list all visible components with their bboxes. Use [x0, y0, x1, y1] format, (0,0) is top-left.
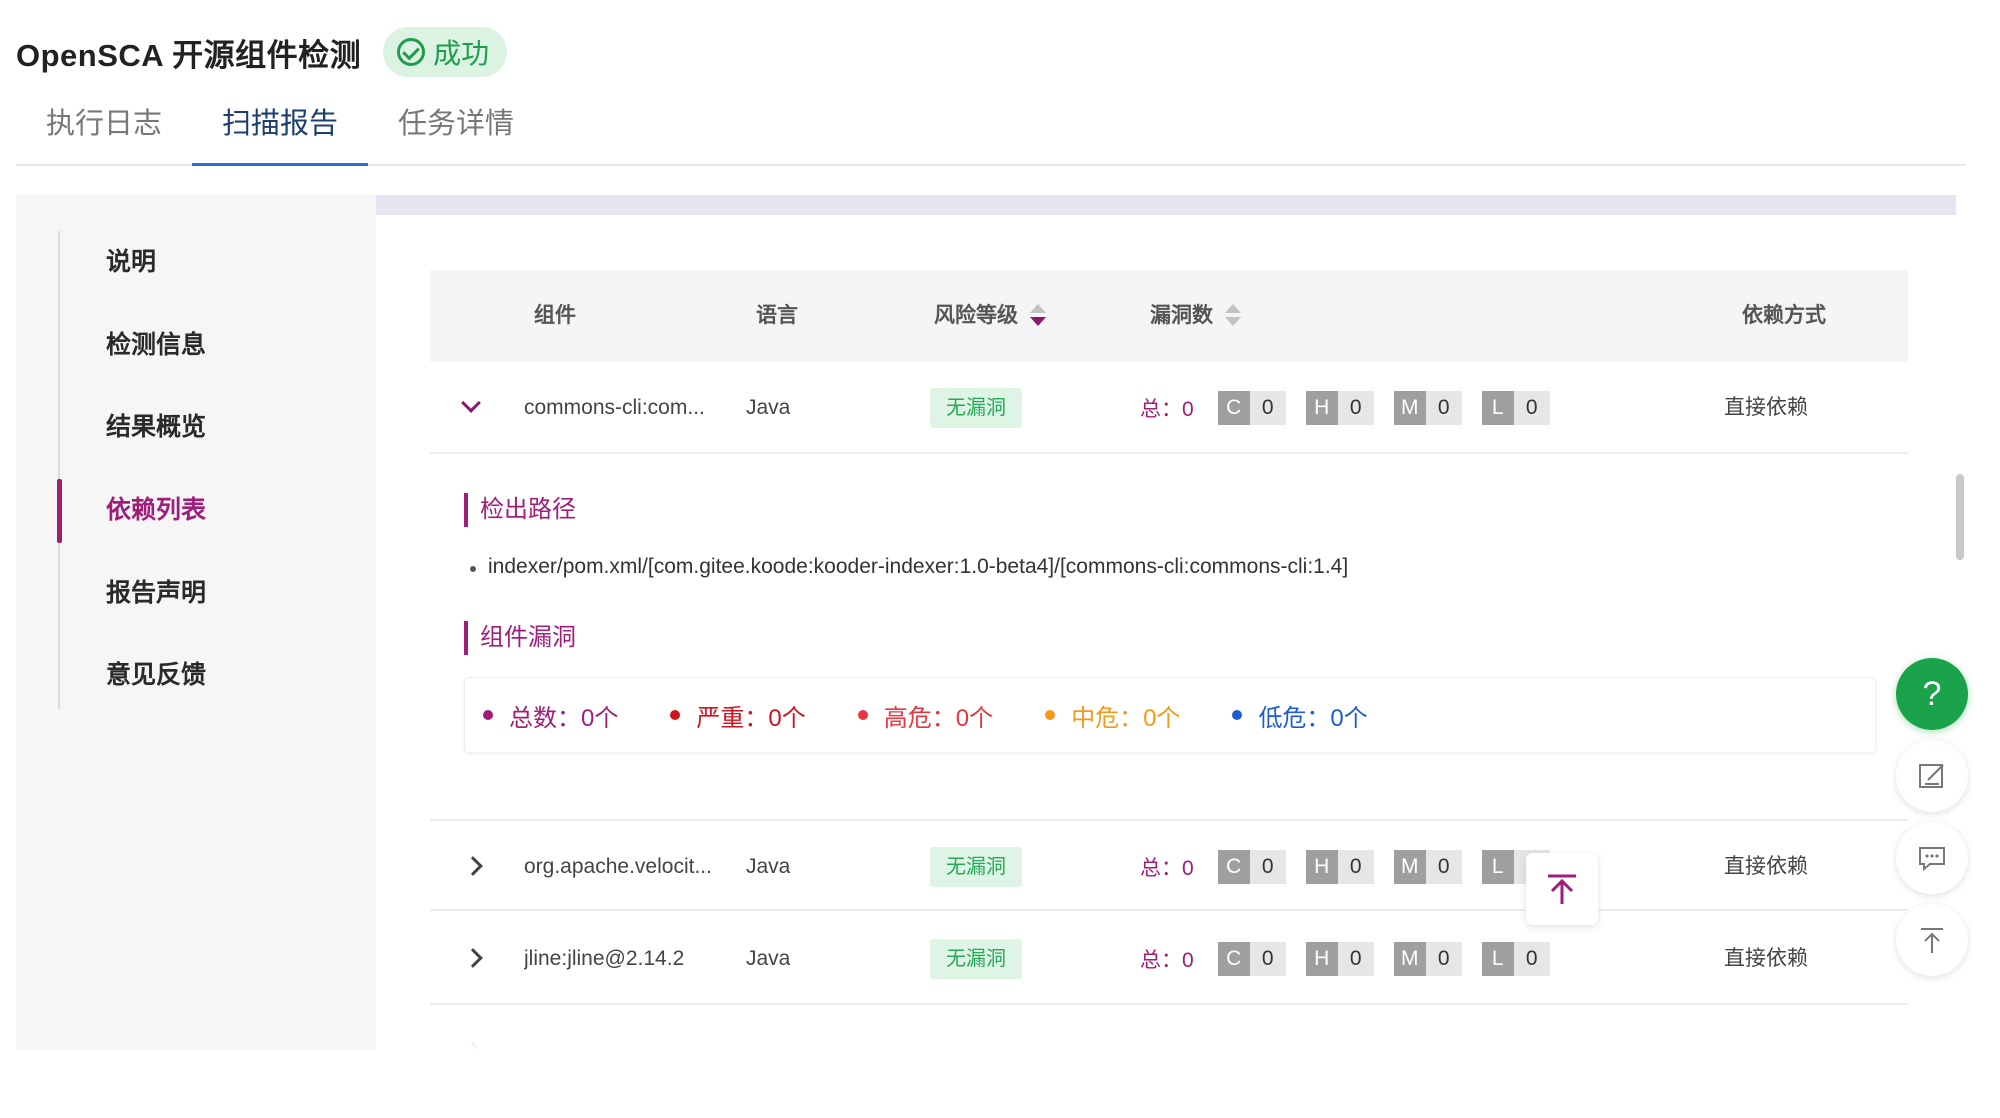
chevron-down-icon[interactable] [461, 393, 481, 413]
sidebar-item-feedback[interactable]: 意见反馈 [106, 645, 346, 705]
page-title: OpenSCA 开源组件检测 [16, 37, 362, 73]
cell-component: commons-cli:com... [524, 396, 705, 419]
cell-language: Java [746, 947, 791, 970]
stat-critical: 严重：0个 [670, 698, 806, 733]
vuln-medium: M0 [1393, 391, 1462, 425]
vuln-low: L0 [1481, 942, 1550, 976]
risk-badge: 无漏洞 [930, 847, 1022, 887]
vuln-high: H0 [1305, 942, 1374, 976]
stat-medium: 中危：0个 [1045, 698, 1180, 733]
feedback-button[interactable] [1896, 822, 1968, 894]
detection-path-title: 检出路径 [464, 493, 576, 527]
stat-high: 高危：0个 [857, 698, 993, 733]
row-detail-panel: 检出路径 indexer/pom.xml/[com.gitee.koode:ko… [430, 455, 1908, 817]
cell-component: jline:jline@2.14.2 [524, 947, 685, 970]
sidebar-item-dependency-list[interactable]: 依赖列表 [106, 480, 346, 540]
tab-bar: 执行日志 扫描报告 任务详情 [16, 98, 1966, 166]
vuln-total: 总：0 [1140, 949, 1194, 972]
component-vuln-title: 组件漏洞 [464, 621, 576, 655]
sidebar: 说明 检测信息 结果概览 依赖列表 报告声明 意见反馈 [16, 195, 376, 1050]
tab-execution-log[interactable]: 执行日志 [16, 98, 192, 164]
sidebar-item-report-statement[interactable]: 报告声明 [106, 563, 346, 623]
header-risk-label: 风险等级 [934, 304, 1018, 327]
vuln-critical: C0 [1217, 391, 1286, 425]
edit-button[interactable] [1896, 740, 1968, 812]
cell-language: Java [746, 855, 791, 878]
question-icon: ? [1922, 674, 1942, 713]
chevron-right-icon[interactable] [463, 948, 483, 968]
detection-path-item: indexer/pom.xml/[com.gitee.koode:kooder-… [469, 555, 1349, 578]
chevron-right-icon[interactable] [463, 856, 483, 876]
help-button[interactable]: ? [1896, 658, 1968, 730]
sort-icon[interactable] [1225, 304, 1241, 328]
check-circle-icon [397, 38, 426, 66]
table-row[interactable]: jline:jline@2.14.2 Java 无漏洞 总：0 C0 H0 M0… [430, 913, 1908, 1005]
vuln-medium: M0 [1393, 850, 1462, 884]
header-risk[interactable]: 风险等级 [934, 270, 1046, 362]
scroll-fade [376, 1025, 1966, 1050]
vuln-counts: 总：0 C0 H0 M0 L0 [1140, 388, 1570, 428]
tab-scan-report[interactable]: 扫描报告 [192, 98, 369, 166]
vuln-counts: 总：0 C0 H0 M0 L0 [1140, 939, 1570, 979]
header-language: 语言 [756, 304, 798, 327]
cell-language: Java [746, 396, 791, 419]
table-row[interactable]: org.apache.velocit... Java 无漏洞 总：0 C0 H0… [430, 819, 1908, 911]
vuln-critical: C0 [1217, 942, 1286, 976]
sidebar-item-detection-info[interactable]: 检测信息 [106, 315, 346, 375]
page-header: OpenSCA 开源组件检测 成功 [16, 24, 508, 80]
vuln-high: H0 [1305, 850, 1374, 884]
back-to-top-button-inline[interactable] [1526, 853, 1598, 925]
vuln-total: 总：0 [1140, 398, 1194, 421]
table-row[interactable]: commons-cli:com... Java 无漏洞 总：0 C0 H0 M0… [430, 362, 1908, 454]
stat-total: 总数：0个 [483, 698, 618, 733]
main-content: 组件 语言 风险等级 漏洞数 依赖方式 commons-cli:com... J… [376, 195, 1966, 1050]
sidebar-active-indicator [57, 479, 62, 543]
header-vulns[interactable]: 漏洞数 [1150, 270, 1241, 362]
edit-icon [1919, 764, 1944, 788]
vuln-critical: C0 [1217, 850, 1286, 884]
tab-task-details[interactable]: 任务详情 [368, 98, 544, 164]
cell-dependency: 直接依赖 [1724, 855, 1808, 878]
message-icon [1919, 847, 1945, 872]
stat-low: 低危：0个 [1232, 698, 1368, 733]
back-to-top-button[interactable] [1896, 904, 1968, 976]
cell-dependency: 直接依赖 [1724, 947, 1808, 970]
sort-icon[interactable] [1030, 304, 1046, 328]
vuln-counts: 总：0 C0 H0 M0 L0 [1140, 847, 1570, 887]
section-divider-band [376, 195, 1956, 215]
table-header: 组件 语言 风险等级 漏洞数 依赖方式 [430, 270, 1908, 362]
risk-badge: 无漏洞 [930, 388, 1022, 428]
sidebar-track [58, 231, 60, 709]
sidebar-item-result-overview[interactable]: 结果概览 [106, 397, 346, 457]
vuln-high: H0 [1305, 391, 1374, 425]
status-text: 成功 [433, 38, 490, 69]
header-dependency: 依赖方式 [1742, 304, 1826, 327]
cell-component: org.apache.velocit... [524, 855, 712, 878]
back-to-top-icon [1921, 928, 1943, 953]
back-to-top-icon [1548, 874, 1576, 904]
header-vulns-label: 漏洞数 [1150, 304, 1213, 327]
status-badge: 成功 [383, 27, 508, 77]
vuln-total: 总：0 [1140, 857, 1194, 880]
header-component: 组件 [534, 304, 576, 327]
vuln-medium: M0 [1393, 942, 1462, 976]
scrollbar-thumb[interactable] [1956, 474, 1964, 560]
sidebar-item-description[interactable]: 说明 [106, 232, 346, 292]
vuln-stats-box: 总数：0个 严重：0个 高危：0个 中危：0个 低危：0个 [464, 677, 1876, 753]
vuln-low: L0 [1481, 391, 1550, 425]
cell-dependency: 直接依赖 [1724, 396, 1808, 419]
risk-badge: 无漏洞 [930, 939, 1022, 979]
